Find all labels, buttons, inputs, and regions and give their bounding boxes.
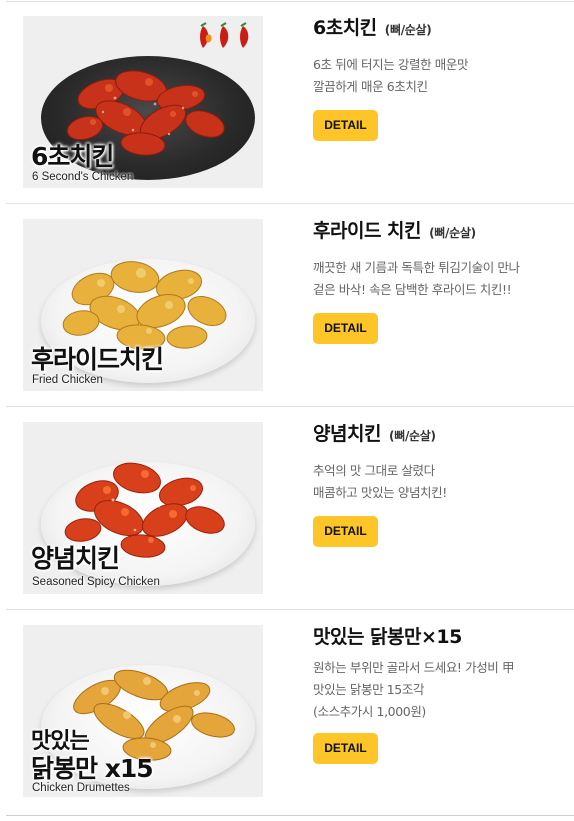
description-line: 추억의 맛 그대로 살렸다 xyxy=(313,463,435,478)
thumb-title: 양념치킨 xyxy=(31,544,120,573)
description-line: 겉은 바삭! 속은 담백한 후라이드 치킨!! xyxy=(313,282,512,297)
description-line: (소스추가시 1,000원) xyxy=(313,704,426,719)
item-name[interactable]: 양념치킨 (뼈/순살) xyxy=(313,421,563,449)
thumb-title: 6초치킨 xyxy=(31,142,114,171)
menu-list: 6초치킨 6 Second's Chicken 6초치킨 (뼈/순살) 6초 뒤… xyxy=(0,0,574,821)
thumb-subtitle: 6 Second's Chicken xyxy=(32,171,134,183)
product-image[interactable]: 후라이드치킨 Fried Chicken xyxy=(23,219,263,391)
item-option: (뼈/순살) xyxy=(389,429,436,443)
thumb-subtitle: Chicken Drumettes xyxy=(32,782,130,794)
item-info: 양념치킨 (뼈/순살) 추억의 맛 그대로 살렸다 매콤하고 맛있는 양념치킨!… xyxy=(313,421,563,547)
menu-item-6-second-chicken: 6초치킨 6 Second's Chicken 6초치킨 (뼈/순살) 6초 뒤… xyxy=(0,1,574,204)
item-name-text: 후라이드 치킨 xyxy=(313,220,422,242)
detail-button[interactable]: DETAIL xyxy=(313,110,378,141)
description-line: 깔끔하게 매운 6초치킨 xyxy=(313,79,428,94)
item-name[interactable]: 6초치킨 (뼈/순살) xyxy=(313,15,563,43)
product-image[interactable]: 6초치킨 6 Second's Chicken xyxy=(23,16,263,188)
description-line: 깨끗한 새 기름과 독특한 튀김기술이 만나 xyxy=(313,260,520,275)
detail-button[interactable]: DETAIL xyxy=(313,313,378,344)
chili-pepper-icon xyxy=(200,22,249,48)
menu-item-fried-chicken: 후라이드치킨 Fried Chicken 후라이드 치킨 (뼈/순살) 깨끗한 … xyxy=(0,204,574,407)
description-line: 매콤하고 맛있는 양념치킨! xyxy=(313,485,447,500)
thumb-subtitle: Fried Chicken xyxy=(32,374,103,386)
thumb-title: 후라이드치킨 xyxy=(31,345,164,374)
menu-item-seasoned-chicken: 양념치킨 Seasoned Spicy Chicken 양념치킨 (뼈/순살) … xyxy=(0,407,574,610)
item-option: (뼈/순살) xyxy=(384,23,432,37)
description-line: 맛있는 닭봉만 15조각 xyxy=(313,682,425,697)
item-description: 추억의 맛 그대로 살렸다 매콤하고 맛있는 양념치킨! xyxy=(313,460,563,504)
item-info: 6초치킨 (뼈/순살) 6초 뒤에 터지는 강렬한 매운맛 깔끔하게 매운 6초… xyxy=(313,15,563,141)
detail-button[interactable]: DETAIL xyxy=(313,516,378,547)
item-name[interactable]: 후라이드 치킨 (뼈/순살) xyxy=(313,218,563,246)
item-option: (뼈/순살) xyxy=(429,226,476,240)
item-description: 6초 뒤에 터지는 강렬한 매운맛 깔끔하게 매운 6초치킨 xyxy=(313,54,563,98)
item-name-text: 6초치킨 xyxy=(313,17,377,39)
description-line: 원하는 부위만 골라서 드세요! 가성비 甲 xyxy=(313,660,515,675)
item-name-text: 양념치킨 xyxy=(313,423,381,445)
divider xyxy=(6,815,574,816)
item-description: 원하는 부위만 골라서 드세요! 가성비 甲 맛있는 닭봉만 15조각 (소스추… xyxy=(313,657,563,723)
thumb-subtitle: Seasoned Spicy Chicken xyxy=(32,576,160,588)
product-image[interactable]: 맛있는 닭봉만 x15 Chicken Drumettes xyxy=(23,625,263,797)
description-line: 6초 뒤에 터지는 강렬한 매운맛 xyxy=(313,57,469,72)
menu-item-drumettes: 맛있는 닭봉만 x15 Chicken Drumettes 맛있는 닭봉만×15… xyxy=(0,610,574,820)
thumb-title-line1: 맛있는 xyxy=(31,729,90,754)
item-name-text: 맛있는 닭봉만×15 xyxy=(313,626,462,648)
product-image[interactable]: 양념치킨 Seasoned Spicy Chicken xyxy=(23,422,263,594)
item-description: 깨끗한 새 기름과 독특한 튀김기술이 만나 겉은 바삭! 속은 담백한 후라이… xyxy=(313,257,563,301)
item-info: 맛있는 닭봉만×15 원하는 부위만 골라서 드세요! 가성비 甲 맛있는 닭봉… xyxy=(313,624,563,764)
thumb-title-line2: 닭봉만 x15 xyxy=(31,754,154,783)
item-name[interactable]: 맛있는 닭봉만×15 xyxy=(313,624,563,650)
item-info: 후라이드 치킨 (뼈/순살) 깨끗한 새 기름과 독특한 튀김기술이 만나 겉은… xyxy=(313,218,563,344)
detail-button[interactable]: DETAIL xyxy=(313,733,378,764)
